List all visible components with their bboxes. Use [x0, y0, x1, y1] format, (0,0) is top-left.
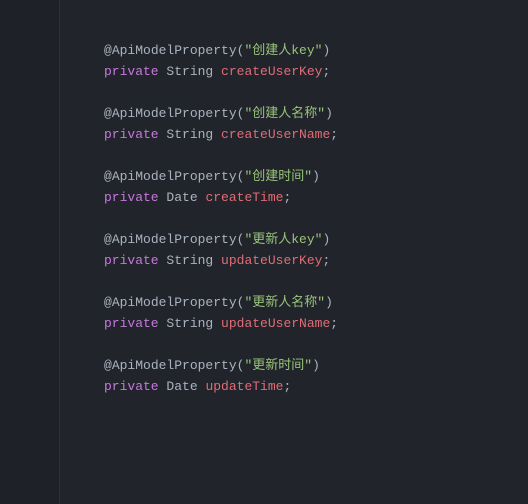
type-name: Date: [166, 379, 197, 394]
code-line[interactable]: @ApiModelProperty("创建时间"): [68, 167, 528, 188]
type-name: String: [166, 127, 213, 142]
field-name: createUserName: [221, 127, 330, 142]
keyword: private: [104, 253, 159, 268]
keyword: private: [104, 127, 159, 142]
string-literal: "创建时间": [244, 169, 312, 184]
keyword: private: [104, 64, 159, 79]
annotation-name: ApiModelProperty: [112, 43, 237, 58]
annotation-name: ApiModelProperty: [112, 169, 237, 184]
code-line[interactable]: @ApiModelProperty("更新时间"): [68, 356, 528, 377]
keyword: private: [104, 379, 159, 394]
string-literal: "创建人key": [244, 43, 322, 58]
annotation-name: ApiModelProperty: [112, 295, 237, 310]
type-name: Date: [166, 190, 197, 205]
annotation-name: ApiModelProperty: [112, 358, 237, 373]
string-literal: "创建人名称": [244, 106, 325, 121]
code-line[interactable]: private Date updateTime;: [68, 377, 528, 398]
string-literal: "更新时间": [244, 358, 312, 373]
annotation-name: ApiModelProperty: [112, 106, 237, 121]
field-name: createTime: [205, 190, 283, 205]
code-line[interactable]: private String updateUserKey;: [68, 251, 528, 272]
line-gutter: [0, 0, 60, 504]
field-name: updateUserName: [221, 316, 330, 331]
string-literal: "更新人key": [244, 232, 322, 247]
code-line[interactable]: private Date createTime;: [68, 188, 528, 209]
code-line[interactable]: @ApiModelProperty("创建人key"): [68, 41, 528, 62]
code-line[interactable]: private String createUserKey;: [68, 62, 528, 83]
code-line[interactable]: @ApiModelProperty("更新人key"): [68, 230, 528, 251]
keyword: private: [104, 190, 159, 205]
code-line[interactable]: @ApiModelProperty("创建人名称"): [68, 104, 528, 125]
code-editor[interactable]: @ApiModelProperty("创建人key") private Stri…: [60, 0, 528, 504]
keyword: private: [104, 316, 159, 331]
code-line[interactable]: @ApiModelProperty("更新人名称"): [68, 293, 528, 314]
field-name: updateTime: [205, 379, 283, 394]
type-name: String: [166, 316, 213, 331]
annotation-name: ApiModelProperty: [112, 232, 237, 247]
field-name: updateUserKey: [221, 253, 322, 268]
type-name: String: [166, 64, 213, 79]
code-line[interactable]: private String updateUserName;: [68, 314, 528, 335]
code-line[interactable]: private String createUserName;: [68, 125, 528, 146]
string-literal: "更新人名称": [244, 295, 325, 310]
type-name: String: [166, 253, 213, 268]
field-name: createUserKey: [221, 64, 322, 79]
